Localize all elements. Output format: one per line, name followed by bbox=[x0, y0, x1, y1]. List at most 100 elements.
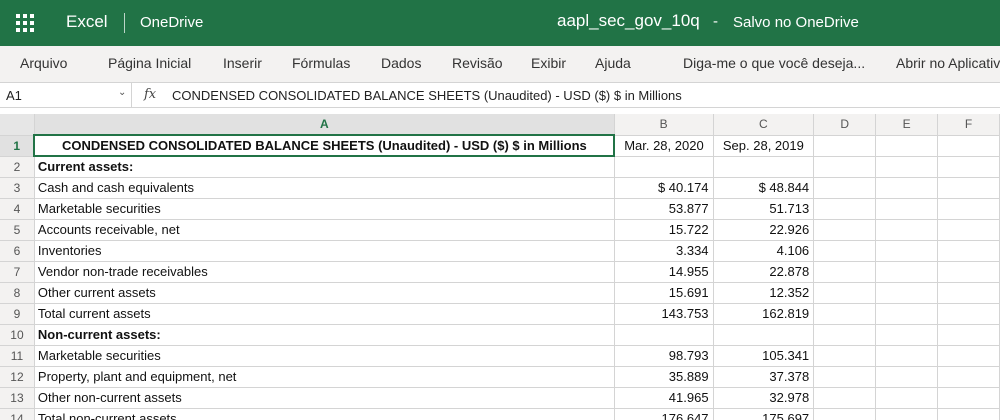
cell-a[interactable]: Current assets: bbox=[34, 156, 615, 178]
cell-b[interactable] bbox=[614, 324, 714, 346]
cell-empty[interactable] bbox=[937, 156, 1000, 178]
cell-b[interactable]: Mar. 28, 2020 bbox=[614, 135, 714, 157]
column-header-d[interactable]: D bbox=[813, 114, 877, 136]
row-header[interactable]: 9 bbox=[0, 303, 35, 325]
cell-c[interactable]: 32.978 bbox=[713, 387, 815, 409]
cell-empty[interactable] bbox=[813, 135, 877, 157]
cell-empty[interactable] bbox=[813, 324, 877, 346]
column-header-c[interactable]: C bbox=[713, 114, 815, 136]
cell-c[interactable]: 12.352 bbox=[713, 282, 815, 304]
cell-c[interactable]: 175.697 bbox=[713, 408, 815, 420]
row-header[interactable]: 8 bbox=[0, 282, 35, 304]
cell-a[interactable]: Property, plant and equipment, net bbox=[34, 366, 615, 388]
cell-c[interactable]: 37.378 bbox=[713, 366, 815, 388]
column-header-f[interactable]: F bbox=[937, 114, 1000, 136]
row-header[interactable]: 11 bbox=[0, 345, 35, 367]
document-title[interactable]: aapl_sec_gov_10q bbox=[557, 11, 700, 31]
select-all-corner[interactable] bbox=[0, 114, 35, 136]
cell-a[interactable]: Cash and cash equivalents bbox=[34, 177, 615, 199]
formula-input[interactable]: CONDENSED CONSOLIDATED BALANCE SHEETS (U… bbox=[172, 88, 682, 103]
cell-b[interactable]: 14.955 bbox=[614, 261, 714, 283]
cell-a1-selected[interactable]: CONDENSED CONSOLIDATED BALANCE SHEETS (U… bbox=[33, 134, 616, 157]
cell-empty[interactable] bbox=[813, 408, 877, 420]
row-header[interactable]: 6 bbox=[0, 240, 35, 262]
cell-empty[interactable] bbox=[813, 261, 877, 283]
app-name[interactable]: Excel bbox=[66, 12, 108, 32]
app-launcher-icon[interactable] bbox=[16, 14, 34, 32]
cell-empty[interactable] bbox=[875, 324, 939, 346]
tab-dados[interactable]: Dados bbox=[381, 55, 421, 71]
cell-empty[interactable] bbox=[875, 135, 939, 157]
row-header[interactable]: 14 bbox=[0, 408, 35, 420]
cell-a[interactable]: Non-current assets: bbox=[34, 324, 615, 346]
cell-empty[interactable] bbox=[875, 156, 939, 178]
cell-a[interactable]: Marketable securities bbox=[34, 198, 615, 220]
row-header[interactable]: 4 bbox=[0, 198, 35, 220]
cell-c[interactable]: 51.713 bbox=[713, 198, 815, 220]
cell-b[interactable]: 15.691 bbox=[614, 282, 714, 304]
cell-c[interactable]: $ 48.844 bbox=[713, 177, 815, 199]
cell-b[interactable]: 35.889 bbox=[614, 366, 714, 388]
onedrive-link[interactable]: OneDrive bbox=[140, 14, 203, 31]
cell-empty[interactable] bbox=[937, 387, 1000, 409]
cell-b[interactable]: 143.753 bbox=[614, 303, 714, 325]
column-header-b[interactable]: B bbox=[614, 114, 714, 136]
cell-empty[interactable] bbox=[875, 177, 939, 199]
cell-empty[interactable] bbox=[937, 261, 1000, 283]
cell-empty[interactable] bbox=[875, 303, 939, 325]
cell-b[interactable]: 15.722 bbox=[614, 219, 714, 241]
cell-b[interactable]: $ 40.174 bbox=[614, 177, 714, 199]
cell-a[interactable]: Other non-current assets bbox=[34, 387, 615, 409]
cell-empty[interactable] bbox=[875, 240, 939, 262]
cell-empty[interactable] bbox=[875, 345, 939, 367]
cell-empty[interactable] bbox=[937, 177, 1000, 199]
cell-c[interactable]: 22.878 bbox=[713, 261, 815, 283]
tab-exibir[interactable]: Exibir bbox=[531, 55, 566, 71]
cell-empty[interactable] bbox=[875, 261, 939, 283]
tab-revisao[interactable]: Revisão bbox=[452, 55, 503, 71]
row-header[interactable]: 13 bbox=[0, 387, 35, 409]
name-box[interactable]: A1 ⌄ bbox=[0, 83, 132, 107]
cell-c[interactable]: Sep. 28, 2019 bbox=[713, 135, 815, 157]
cell-empty[interactable] bbox=[875, 198, 939, 220]
cell-empty[interactable] bbox=[813, 303, 877, 325]
cell-a[interactable]: Total current assets bbox=[34, 303, 615, 325]
cell-b[interactable]: 98.793 bbox=[614, 345, 714, 367]
tab-formulas[interactable]: Fórmulas bbox=[292, 55, 350, 71]
tab-arquivo[interactable]: Arquivo bbox=[20, 55, 67, 71]
cell-a[interactable]: Inventories bbox=[34, 240, 615, 262]
cell-empty[interactable] bbox=[813, 198, 877, 220]
cell-empty[interactable] bbox=[813, 387, 877, 409]
cell-b[interactable]: 53.877 bbox=[614, 198, 714, 220]
cell-a[interactable]: Marketable securities bbox=[34, 345, 615, 367]
cell-empty[interactable] bbox=[813, 240, 877, 262]
open-in-app-button[interactable]: Abrir no Aplicativo bbox=[896, 55, 1000, 71]
cell-empty[interactable] bbox=[875, 282, 939, 304]
cell-empty[interactable] bbox=[875, 387, 939, 409]
cell-empty[interactable] bbox=[937, 219, 1000, 241]
cell-a[interactable]: Other current assets bbox=[34, 282, 615, 304]
cell-empty[interactable] bbox=[937, 408, 1000, 420]
cell-c[interactable] bbox=[713, 324, 815, 346]
cell-empty[interactable] bbox=[813, 345, 877, 367]
cell-empty[interactable] bbox=[937, 345, 1000, 367]
cell-a[interactable]: Total non-current assets bbox=[34, 408, 615, 420]
cell-a[interactable]: Accounts receivable, net bbox=[34, 219, 615, 241]
cell-empty[interactable] bbox=[937, 198, 1000, 220]
cell-c[interactable]: 162.819 bbox=[713, 303, 815, 325]
cell-empty[interactable] bbox=[875, 219, 939, 241]
row-header[interactable]: 10 bbox=[0, 324, 35, 346]
row-header[interactable]: 5 bbox=[0, 219, 35, 241]
cell-c[interactable] bbox=[713, 156, 815, 178]
tell-me-search[interactable]: Diga-me o que você deseja... bbox=[683, 55, 865, 71]
row-header[interactable]: 1 bbox=[0, 135, 36, 157]
row-header[interactable]: 12 bbox=[0, 366, 35, 388]
tab-pagina-inicial[interactable]: Página Inicial bbox=[108, 55, 191, 71]
tab-inserir[interactable]: Inserir bbox=[223, 55, 262, 71]
column-header-e[interactable]: E bbox=[875, 114, 939, 136]
cell-empty[interactable] bbox=[813, 156, 877, 178]
row-header[interactable]: 3 bbox=[0, 177, 35, 199]
cell-empty[interactable] bbox=[813, 177, 877, 199]
function-icon[interactable]: fx bbox=[144, 87, 156, 102]
cell-b[interactable]: 176.647 bbox=[614, 408, 714, 420]
